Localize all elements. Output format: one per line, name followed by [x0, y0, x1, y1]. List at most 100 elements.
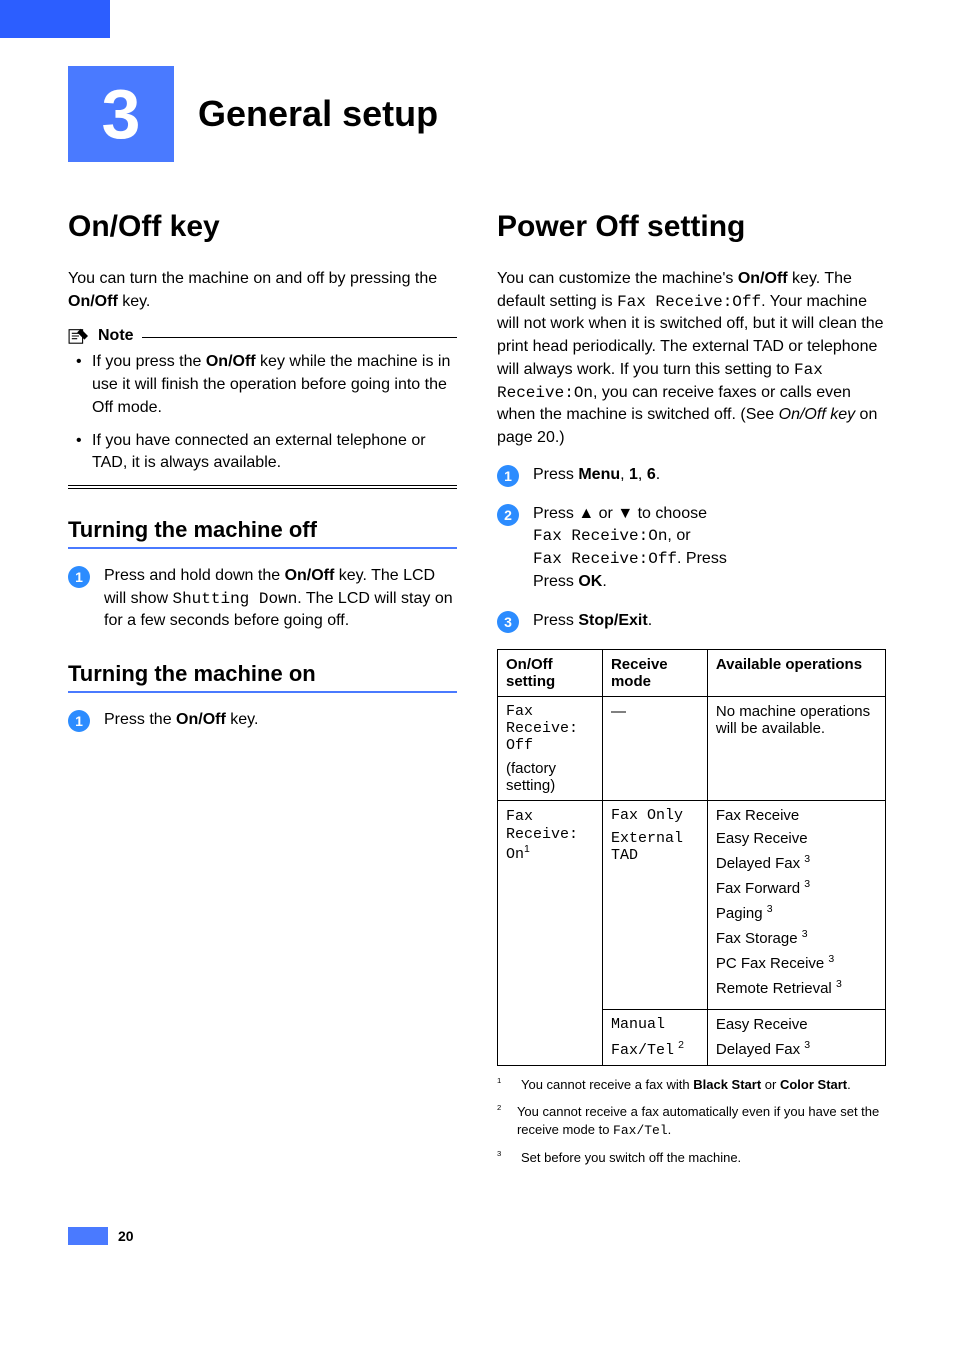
text: , or [667, 527, 690, 544]
text: Press and hold down the [104, 567, 285, 584]
text: You can turn the machine on and off by p… [68, 270, 437, 287]
cell-mode: Fax Only External TAD [602, 800, 707, 1009]
text: If you press the [92, 353, 206, 370]
text-bold: On/Off [176, 711, 226, 728]
text: Paging 3 [716, 903, 877, 922]
text: key. [118, 293, 151, 310]
text: Delayed Fax 3 [716, 1039, 877, 1058]
footnote-ref: 1 [524, 843, 530, 855]
cell-setting: Fax Receive: On1 [498, 800, 603, 1065]
step-body: Press the On/Off key. [104, 709, 457, 732]
step-number-icon: 3 [497, 611, 519, 633]
footnote-ref: 3 [767, 903, 773, 915]
text-bold: 1 [629, 466, 638, 483]
text: . [656, 466, 660, 483]
text: Press [533, 612, 578, 629]
note-item: If you press the On/Off key while the ma… [72, 351, 457, 419]
text-mono: Fax Receive:Off [533, 550, 677, 568]
text: Fax Storage 3 [716, 928, 877, 947]
text: , [638, 466, 647, 483]
footnote-3: 3 Set before you switch off the machine. [497, 1149, 886, 1167]
text: Easy Receive [716, 830, 877, 847]
subsection-turning-on: Turning the machine on [68, 661, 457, 687]
footnote-ref: 3 [802, 928, 808, 940]
text: Remote Retrieval 3 [716, 978, 877, 997]
down-triangle-icon: ▼ [617, 505, 633, 522]
text: (factory setting) [506, 760, 594, 794]
footnote-ref: 3 [804, 853, 810, 865]
step-2: 2 Press ▲ or ▼ to choose Fax Receive:On,… [497, 503, 886, 594]
text-mono: Fax/Tel [611, 1042, 674, 1059]
text-bold: On/Off [206, 353, 256, 370]
text: Easy Receive [716, 1016, 877, 1033]
step-1: 1 Press Menu, 1, 6. [497, 464, 886, 487]
text-bold: On/Off [68, 293, 118, 310]
footnote-text: You cannot receive a fax automatically e… [517, 1103, 886, 1139]
chapter-title: General setup [198, 93, 438, 135]
text: Press [533, 466, 578, 483]
step-on-1: 1 Press the On/Off key. [68, 709, 457, 732]
footnote-1: 1 You cannot receive a fax with Black St… [497, 1076, 886, 1094]
page-number: 20 [118, 1228, 134, 1244]
subsection-rule [68, 691, 457, 693]
footnote-marker: 1 [497, 1076, 511, 1094]
note-label: Note [98, 327, 134, 345]
settings-table: On/Off setting Receive mode Available op… [497, 649, 886, 1066]
footnote-text: Set before you switch off the machine. [521, 1149, 741, 1167]
text: Fax Receive [716, 807, 877, 824]
columns: On/Off key You can turn the machine on a… [68, 210, 886, 1167]
table-row: Fax Receive:Off (factory setting) — No m… [498, 696, 886, 800]
top-bar-accent [0, 0, 110, 38]
text: You can customize the machine's [497, 270, 738, 287]
step-number-icon: 1 [497, 465, 519, 487]
footnote-text: You cannot receive a fax with Black Star… [521, 1076, 851, 1094]
step-number-icon: 1 [68, 710, 90, 732]
text: . [648, 612, 652, 629]
footnote-marker: 2 [497, 1103, 507, 1139]
text: , [620, 466, 629, 483]
cell-mode: — [602, 696, 707, 800]
text-bold: Stop/Exit [578, 612, 647, 629]
text: or [594, 505, 617, 522]
footnote-2: 2 You cannot receive a fax automatically… [497, 1103, 886, 1139]
text-mono: Fax Receive:On [533, 527, 667, 545]
cell-mode: Manual Fax/Tel 2 [602, 1009, 707, 1065]
cell-ops: Easy Receive Delayed Fax 3 [707, 1009, 885, 1065]
step-3: 3 Press Stop/Exit. [497, 610, 886, 633]
up-triangle-icon: ▲ [578, 505, 594, 522]
footnote-ref: 3 [804, 878, 810, 890]
text: key. [226, 711, 259, 728]
footnote-ref: 3 [828, 953, 834, 965]
step-body: Press ▲ or ▼ to choose Fax Receive:On, o… [533, 503, 886, 594]
text-bold: On/Off [285, 567, 335, 584]
top-bar [0, 0, 954, 38]
footnote-ref: 3 [836, 978, 842, 990]
section-on-off-key: On/Off key [68, 210, 457, 244]
text-mono: On [506, 846, 524, 863]
note-list: If you press the On/Off key while the ma… [68, 351, 457, 475]
text: . [602, 573, 606, 590]
text-bold: OK [578, 573, 602, 590]
text-mono: Fax Only [611, 807, 699, 824]
text-mono: Fax Receive:Off [617, 293, 761, 311]
text: . Press [677, 550, 727, 567]
text: Fax/Tel 2 [611, 1039, 699, 1059]
footnote-ref: 2 [678, 1039, 684, 1051]
step-body: Press Stop/Exit. [533, 610, 886, 633]
chapter-number-box: 3 [68, 66, 174, 162]
th-setting: On/Off setting [498, 649, 603, 696]
chapter-number: 3 [102, 74, 141, 154]
text: to choose [633, 505, 707, 522]
text: If you have connected an external teleph… [92, 432, 426, 472]
table-row: Fax Receive: On1 Fax Only External TAD F… [498, 800, 886, 1009]
note-icon [68, 327, 90, 345]
th-receive-mode: Receive mode [602, 649, 707, 696]
text-bold: 6 [647, 466, 656, 483]
cell-ops: No machine operations will be available. [707, 696, 885, 800]
step-number-icon: 1 [68, 566, 90, 588]
cell-ops: Fax Receive Easy Receive Delayed Fax 3 F… [707, 800, 885, 1009]
footer-accent [68, 1227, 108, 1245]
step-off-1: 1 Press and hold down the On/Off key. Th… [68, 565, 457, 633]
text-mono: Shutting Down [172, 590, 297, 608]
text: Press [533, 505, 578, 522]
